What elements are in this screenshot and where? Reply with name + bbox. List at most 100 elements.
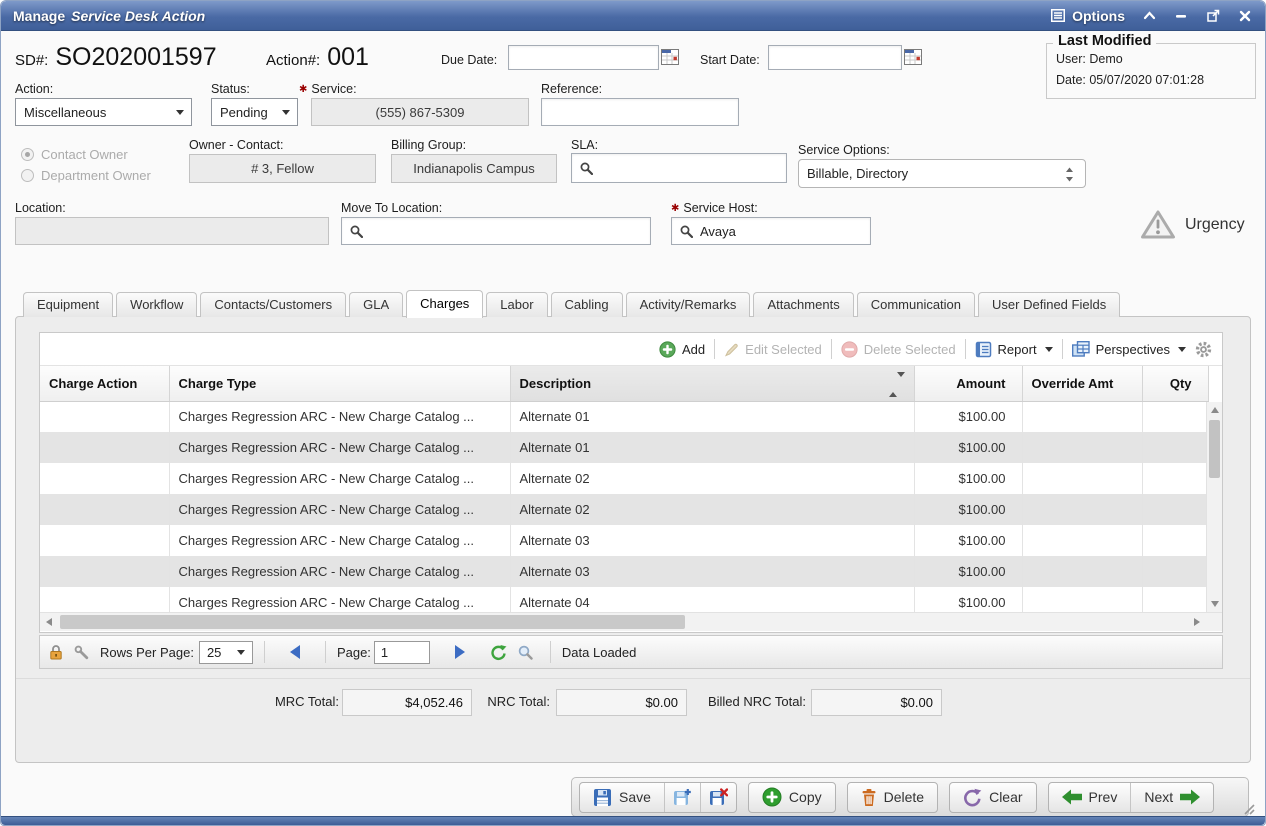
tab-workflow[interactable]: Workflow (116, 292, 197, 317)
collapse-button[interactable] (1141, 8, 1157, 24)
tab-attachments[interactable]: Attachments (753, 292, 853, 317)
search-icon (350, 225, 363, 238)
titlebar: ManageService Desk Action Options (1, 1, 1265, 31)
delete-button[interactable]: Delete (848, 783, 937, 812)
magnifier-icon[interactable] (518, 645, 533, 660)
popout-icon (1207, 9, 1220, 22)
col-header-qty[interactable]: Qty (1142, 366, 1208, 401)
edit-selected-button[interactable]: Edit Selected (724, 342, 822, 357)
col-header-charge-action[interactable]: Charge Action (40, 366, 169, 401)
table-row[interactable]: Charges Regression ARC - New Charge Cata… (40, 556, 1208, 587)
cell-qty (1142, 556, 1208, 587)
popout-button[interactable] (1205, 8, 1221, 24)
refresh-icon[interactable] (490, 644, 507, 661)
last-modified-box: Last Modified User: Demo Date: 05/07/202… (1046, 43, 1256, 99)
save-and-close-button[interactable] (700, 783, 736, 812)
start-date-calendar-icon[interactable] (904, 48, 922, 65)
service-host-search-input[interactable]: Avaya (671, 217, 871, 245)
gear-icon (1195, 341, 1212, 358)
cell-override-amt (1022, 556, 1142, 587)
scroll-down-icon[interactable] (1211, 601, 1219, 607)
table-row[interactable]: Charges Regression ARC - New Charge Cata… (40, 587, 1208, 612)
options-button[interactable]: Options (1051, 8, 1125, 24)
due-date-input[interactable] (508, 45, 659, 70)
due-date-calendar-icon[interactable] (661, 48, 679, 65)
page-input[interactable]: 1 (374, 641, 430, 664)
sla-search-input[interactable] (571, 153, 787, 183)
scroll-up-icon[interactable] (1211, 407, 1219, 413)
table-row[interactable]: Charges Regression ARC - New Charge Cata… (40, 525, 1208, 556)
table-row[interactable]: Charges Regression ARC - New Charge Cata… (40, 401, 1208, 432)
urgency-label: Urgency (1185, 216, 1245, 234)
tab-activity-remarks[interactable]: Activity/Remarks (626, 292, 751, 317)
tab-communication[interactable]: Communication (857, 292, 975, 317)
pager-separator (264, 641, 265, 663)
cell-override-amt (1022, 525, 1142, 556)
reference-input[interactable] (541, 98, 739, 126)
save-and-new-button[interactable] (664, 783, 700, 812)
tab-contacts-customers[interactable]: Contacts/Customers (200, 292, 346, 317)
service-options-select[interactable]: Billable, Directory (798, 159, 1086, 188)
tab-user-defined-fields[interactable]: User Defined Fields (978, 292, 1120, 317)
move-to-location-search-input[interactable] (341, 217, 651, 245)
horizontal-scrollbar[interactable] (40, 612, 1222, 631)
start-date-input[interactable] (768, 45, 902, 70)
pager-separator (325, 641, 326, 663)
vertical-scrollbar[interactable] (1206, 402, 1222, 612)
tab-charges[interactable]: Charges (406, 290, 483, 318)
col-header-charge-type[interactable]: Charge Type (169, 366, 510, 401)
pager-separator (550, 641, 551, 663)
prev-button[interactable]: Prev (1049, 783, 1131, 812)
next-button[interactable]: Next (1130, 783, 1213, 812)
close-button[interactable] (1237, 8, 1253, 24)
rows-per-page-select[interactable]: 25 (199, 641, 253, 664)
report-button[interactable]: Report (975, 341, 1053, 358)
tab-label: Cabling (565, 297, 609, 312)
department-owner-radio[interactable]: Department Owner (21, 165, 151, 186)
cell-charge-action (40, 401, 169, 432)
perspectives-button[interactable]: Perspectives (1072, 341, 1186, 357)
delete-selected-button[interactable]: Delete Selected (841, 341, 956, 358)
prev-page-icon[interactable] (290, 645, 300, 659)
copy-button[interactable]: Copy (749, 783, 835, 812)
sort-icon[interactable] (889, 377, 905, 392)
col-header-override-amt[interactable]: Override Amt (1022, 366, 1142, 401)
clear-icon (963, 788, 982, 807)
mrc-total-field: $4,052.46 (342, 689, 472, 716)
contact-owner-radio[interactable]: Contact Owner (21, 144, 151, 165)
grid-settings-button[interactable] (1195, 341, 1212, 358)
urgency-indicator[interactable]: Urgency (1140, 209, 1245, 240)
data-loaded-status: Data Loaded (562, 645, 636, 660)
lock-icon[interactable] (49, 644, 63, 660)
next-page-icon[interactable] (455, 645, 465, 659)
required-marker-icon: ✱ (299, 84, 307, 95)
tab-cabling[interactable]: Cabling (551, 292, 623, 317)
scroll-left-icon[interactable] (46, 618, 52, 626)
cell-charge-type: Charges Regression ARC - New Charge Cata… (169, 432, 510, 463)
billing-group-label: Billing Group: (391, 138, 466, 152)
table-row[interactable]: Charges Regression ARC - New Charge Cata… (40, 463, 1208, 494)
minimize-button[interactable] (1173, 8, 1189, 24)
status-select[interactable]: Pending (211, 98, 298, 126)
report-icon (975, 341, 992, 358)
action-select[interactable]: Miscellaneous (15, 98, 192, 126)
prev-arrow-icon (1062, 789, 1082, 805)
table-row[interactable]: Charges Regression ARC - New Charge Cata… (40, 432, 1208, 463)
table-row[interactable]: Charges Regression ARC - New Charge Cata… (40, 494, 1208, 525)
vertical-scroll-thumb[interactable] (1209, 420, 1220, 478)
wrench-icon[interactable] (74, 645, 89, 660)
horizontal-scroll-thumb[interactable] (60, 615, 685, 629)
tab-equipment[interactable]: Equipment (23, 292, 113, 317)
tab-gla[interactable]: GLA (349, 292, 403, 317)
cell-description: Alternate 04 (510, 587, 914, 612)
cell-qty (1142, 401, 1208, 432)
col-header-amount[interactable]: Amount (914, 366, 1022, 401)
delete-selected-label: Delete Selected (864, 342, 956, 357)
col-header-description[interactable]: Description (510, 366, 914, 401)
save-button[interactable]: Save (580, 783, 664, 812)
scroll-right-icon[interactable] (1194, 618, 1200, 626)
resize-handle-icon[interactable] (1241, 801, 1255, 815)
clear-button[interactable]: Clear (950, 783, 1035, 812)
add-button[interactable]: Add (659, 341, 705, 358)
tab-labor[interactable]: Labor (486, 292, 547, 317)
